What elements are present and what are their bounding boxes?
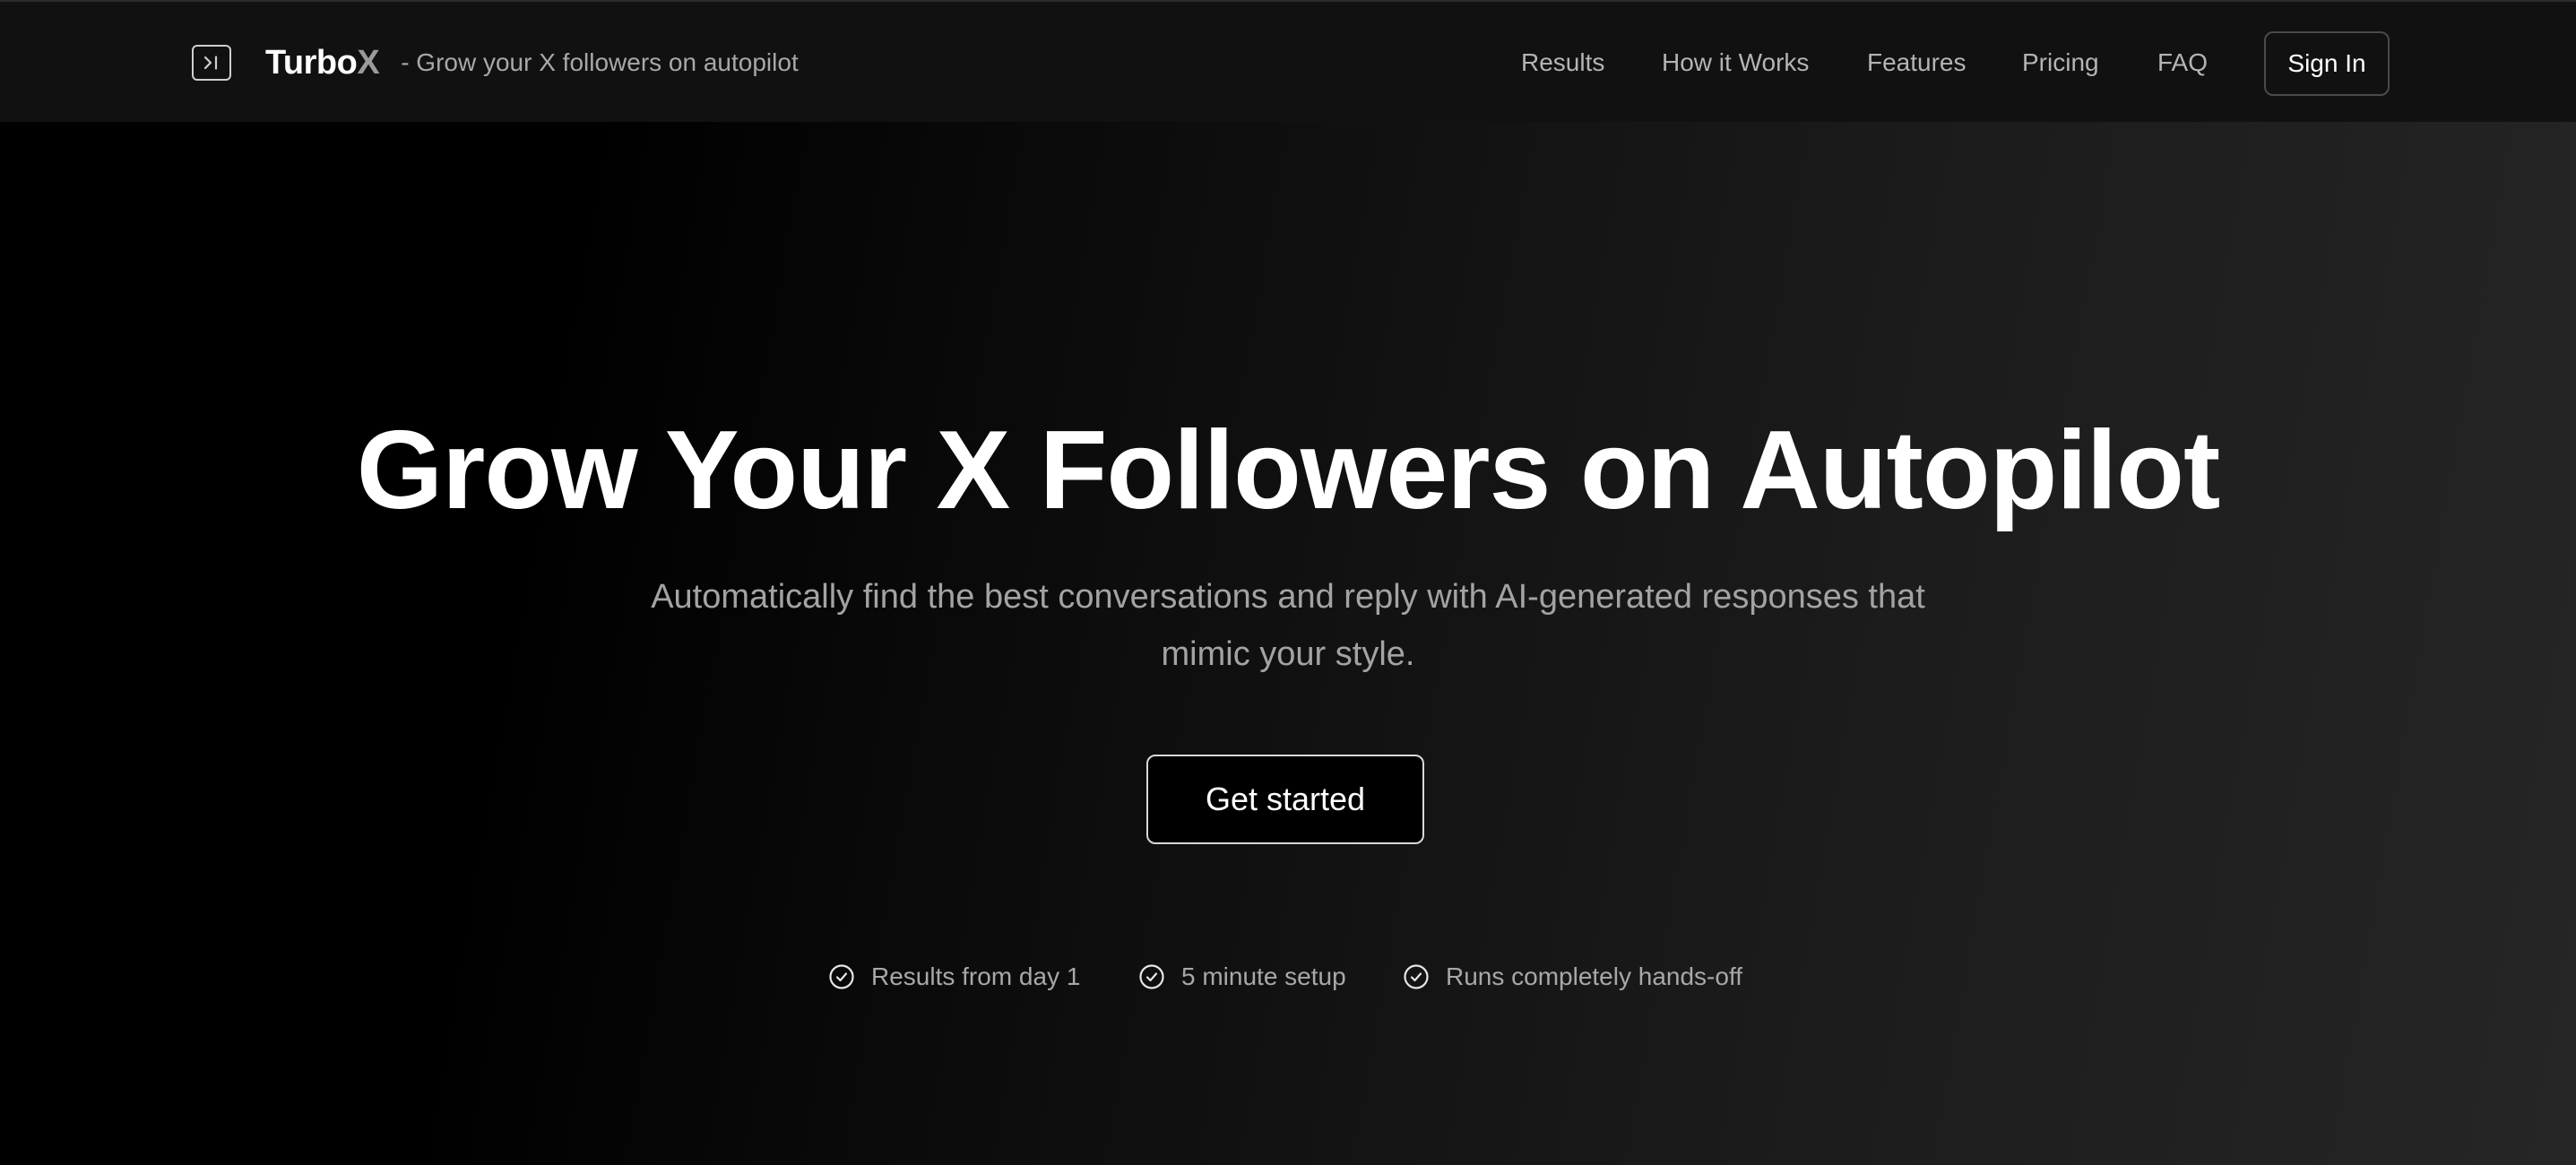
- brand[interactable]: TurboX - Grow your X followers on autopi…: [192, 43, 799, 82]
- feature-label: Results from day 1: [871, 962, 1081, 990]
- nav-link-results[interactable]: Results: [1521, 48, 1604, 77]
- brand-name: TurboX: [265, 43, 380, 82]
- check-circle-icon: [1404, 964, 1429, 989]
- hero-subtitle-line-1: Automatically find the best conversation…: [651, 578, 1925, 616]
- feature-label: Runs completely hands-off: [1446, 962, 1742, 990]
- get-started-button[interactable]: Get started: [1146, 755, 1424, 844]
- brand-name-text: Turbo: [265, 43, 358, 82]
- nav-link-faq[interactable]: FAQ: [2157, 48, 2208, 77]
- nav-link-features[interactable]: Features: [1867, 48, 1967, 77]
- nav-link-how-it-works[interactable]: How it Works: [1662, 48, 1809, 77]
- check-circle-icon: [1139, 964, 1164, 989]
- feature-item: 5 minute setup: [1138, 959, 1346, 995]
- hero-subtitle-line-2: mimic your style.: [1161, 635, 1415, 673]
- sign-in-button[interactable]: Sign In: [2264, 31, 2390, 96]
- feature-label: 5 minute setup: [1181, 962, 1346, 990]
- feature-item: Results from day 1: [828, 959, 1080, 995]
- navbar: TurboX - Grow your X followers on autopi…: [0, 0, 2576, 122]
- feature-list: Results from day 1 5 minute setup Runs c…: [0, 959, 2576, 995]
- feature-item: Runs completely hands-off: [1403, 959, 1742, 995]
- landing-page: TurboX - Grow your X followers on autopi…: [0, 0, 2576, 1165]
- brand-accent: X: [357, 43, 380, 82]
- hero-subtitle: Automatically find the best conversation…: [571, 568, 2005, 683]
- sidebar-toggle-icon[interactable]: [192, 45, 231, 81]
- check-circle-icon: [829, 964, 854, 989]
- tagline: - Grow your X followers on autopilot: [401, 48, 799, 76]
- nav-link-pricing[interactable]: Pricing: [2022, 48, 2099, 77]
- hero-title: Grow Your X Followers on Autopilot: [356, 409, 2221, 532]
